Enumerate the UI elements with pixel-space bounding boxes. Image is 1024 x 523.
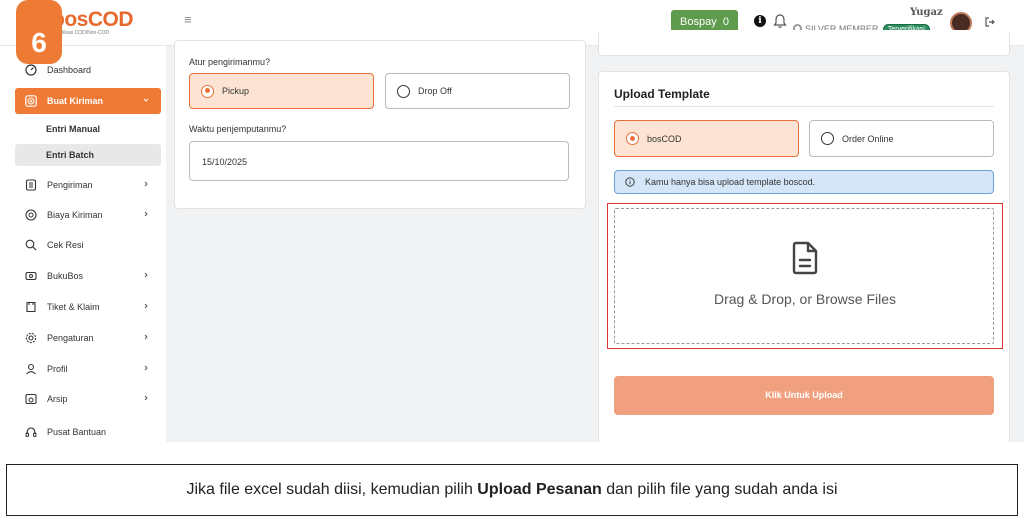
file-dropzone[interactable]: Drag & Drop, or Browse Files — [614, 208, 994, 344]
add-circle-icon — [25, 95, 37, 107]
sidebar-item-pengaturan[interactable]: Pengaturan — [15, 325, 161, 351]
cost-icon — [25, 209, 37, 221]
book-icon — [25, 271, 37, 281]
info-circle-icon — [625, 177, 635, 187]
logout-icon[interactable] — [985, 17, 995, 27]
upper-card — [598, 30, 1010, 56]
instruction-caption: Jika file excel sudah diisi, kemudian pi… — [6, 464, 1018, 516]
sidebar-item-biaya-kiriman[interactable]: Biaya Kiriman — [15, 202, 161, 228]
chevron-right-icon — [144, 334, 148, 340]
pickup-option[interactable]: Pickup — [189, 73, 374, 109]
dropzone-text: Drag & Drop, or Browse Files — [713, 291, 897, 307]
sidebar-subitem-entri-batch[interactable]: Entri Batch — [15, 144, 161, 166]
radio-selected-icon — [626, 132, 639, 145]
pickup-date-input[interactable]: 15/10/2025 — [189, 141, 569, 181]
upload-template-title: Upload Template — [614, 87, 710, 101]
info-icon[interactable]: i — [754, 15, 766, 27]
profile-icon — [26, 363, 36, 375]
app-window: bosCOD Aplikasi COD/Non-COD ≡ Bospay 0 i… — [0, 0, 1024, 442]
help-icon — [25, 427, 37, 437]
template-boscod-label: bosCOD — [647, 133, 682, 144]
sidebar-item-label: Cek Resi — [47, 240, 84, 250]
sidebar-item-bukubos[interactable]: BukuBos — [15, 263, 161, 289]
bell-icon[interactable] — [773, 13, 787, 29]
sidebar-item-buat-kiriman[interactable]: Buat Kiriman — [15, 88, 161, 114]
sidebar-item-label: Tiket & Klaim — [47, 302, 100, 312]
sidebar-item-label: Biaya Kiriman — [47, 210, 103, 220]
menu-toggle-icon[interactable]: ≡ — [184, 13, 194, 26]
sidebar-item-pengiriman[interactable]: Pengiriman — [15, 172, 161, 198]
chevron-right-icon — [144, 395, 148, 401]
sidebar-subitem-entri-manual[interactable]: Entri Manual — [15, 118, 161, 140]
sidebar-item-label: Pengiriman — [47, 180, 93, 190]
template-info-alert: Kamu hanya bisa upload template boscod. — [614, 170, 994, 194]
sidebar-item-cek-resi[interactable]: Cek Resi — [15, 232, 161, 258]
bospay-label: Bospay — [680, 16, 717, 28]
sidebar-item-label: Pengaturan — [47, 333, 94, 343]
template-boscod-option[interactable]: bosCOD — [614, 120, 799, 157]
chevron-down-icon — [143, 98, 149, 102]
caption-text-after: dan pilih file yang sudah anda isi — [601, 481, 838, 498]
shipping-method-label: Atur pengirimanmu? — [189, 57, 271, 67]
radio-empty-icon — [397, 84, 410, 98]
sidebar-item-arsip[interactable]: Arsip — [15, 386, 161, 412]
upload-button[interactable]: Klik Untuk Upload — [614, 376, 994, 415]
search-receipt-icon — [25, 239, 37, 251]
title-divider — [614, 106, 994, 107]
chevron-right-icon — [144, 272, 148, 278]
radio-empty-icon — [821, 132, 834, 145]
sidebar-item-label: Dashboard — [47, 65, 92, 75]
caption-text-before: Jika file excel sudah diisi, kemudian pi… — [186, 481, 478, 498]
sidebar-item-label: Buat Kiriman — [47, 96, 104, 106]
pickup-time-label: Waktu penjemputanmu? — [189, 124, 287, 134]
shipment-icon — [25, 179, 37, 191]
sidebar-item-label: Arsip — [47, 394, 68, 404]
sidebar-item-profil[interactable]: Profil — [15, 356, 161, 382]
radio-selected-icon — [201, 84, 214, 98]
drop-off-option-label: Drop Off — [418, 86, 452, 96]
drop-off-option[interactable]: Drop Off — [385, 73, 570, 109]
file-icon — [792, 241, 818, 275]
template-order-online-label: Order Online — [842, 133, 894, 144]
archive-icon — [25, 393, 37, 405]
sidebar-item-label: BukuBos — [47, 271, 84, 281]
chevron-right-icon — [144, 211, 148, 217]
sidebar-item-tiket-klaim[interactable]: Tiket & Klaim — [15, 294, 161, 320]
chevron-right-icon — [144, 365, 148, 371]
sidebar-item-label: Pusat Bantuan — [47, 427, 107, 437]
pickup-option-label: Pickup — [222, 86, 250, 96]
chevron-right-icon — [144, 181, 148, 187]
template-order-online-option[interactable]: Order Online — [809, 120, 994, 157]
caption-text-bold: Upload Pesanan — [477, 481, 602, 498]
logo-subtitle: Aplikasi COD/Non-COD — [56, 30, 110, 36]
alert-text: Kamu hanya bisa upload template boscod. — [645, 177, 816, 187]
ticket-icon — [26, 301, 36, 313]
sidebar-item-pusat-bantuan[interactable]: Pusat Bantuan — [15, 419, 161, 442]
settings-icon — [25, 332, 37, 344]
sidebar-item-label: Profil — [47, 364, 68, 374]
bospay-value: 0 — [722, 16, 729, 28]
dashboard-icon — [25, 64, 37, 76]
sidebar: Dashboard Buat Kiriman Entri Manual Entr… — [0, 46, 166, 442]
username: Yugaz — [910, 7, 943, 18]
step-badge: 6 — [16, 0, 62, 64]
logo[interactable]: bosCOD — [52, 8, 134, 32]
chevron-right-icon — [144, 303, 148, 309]
